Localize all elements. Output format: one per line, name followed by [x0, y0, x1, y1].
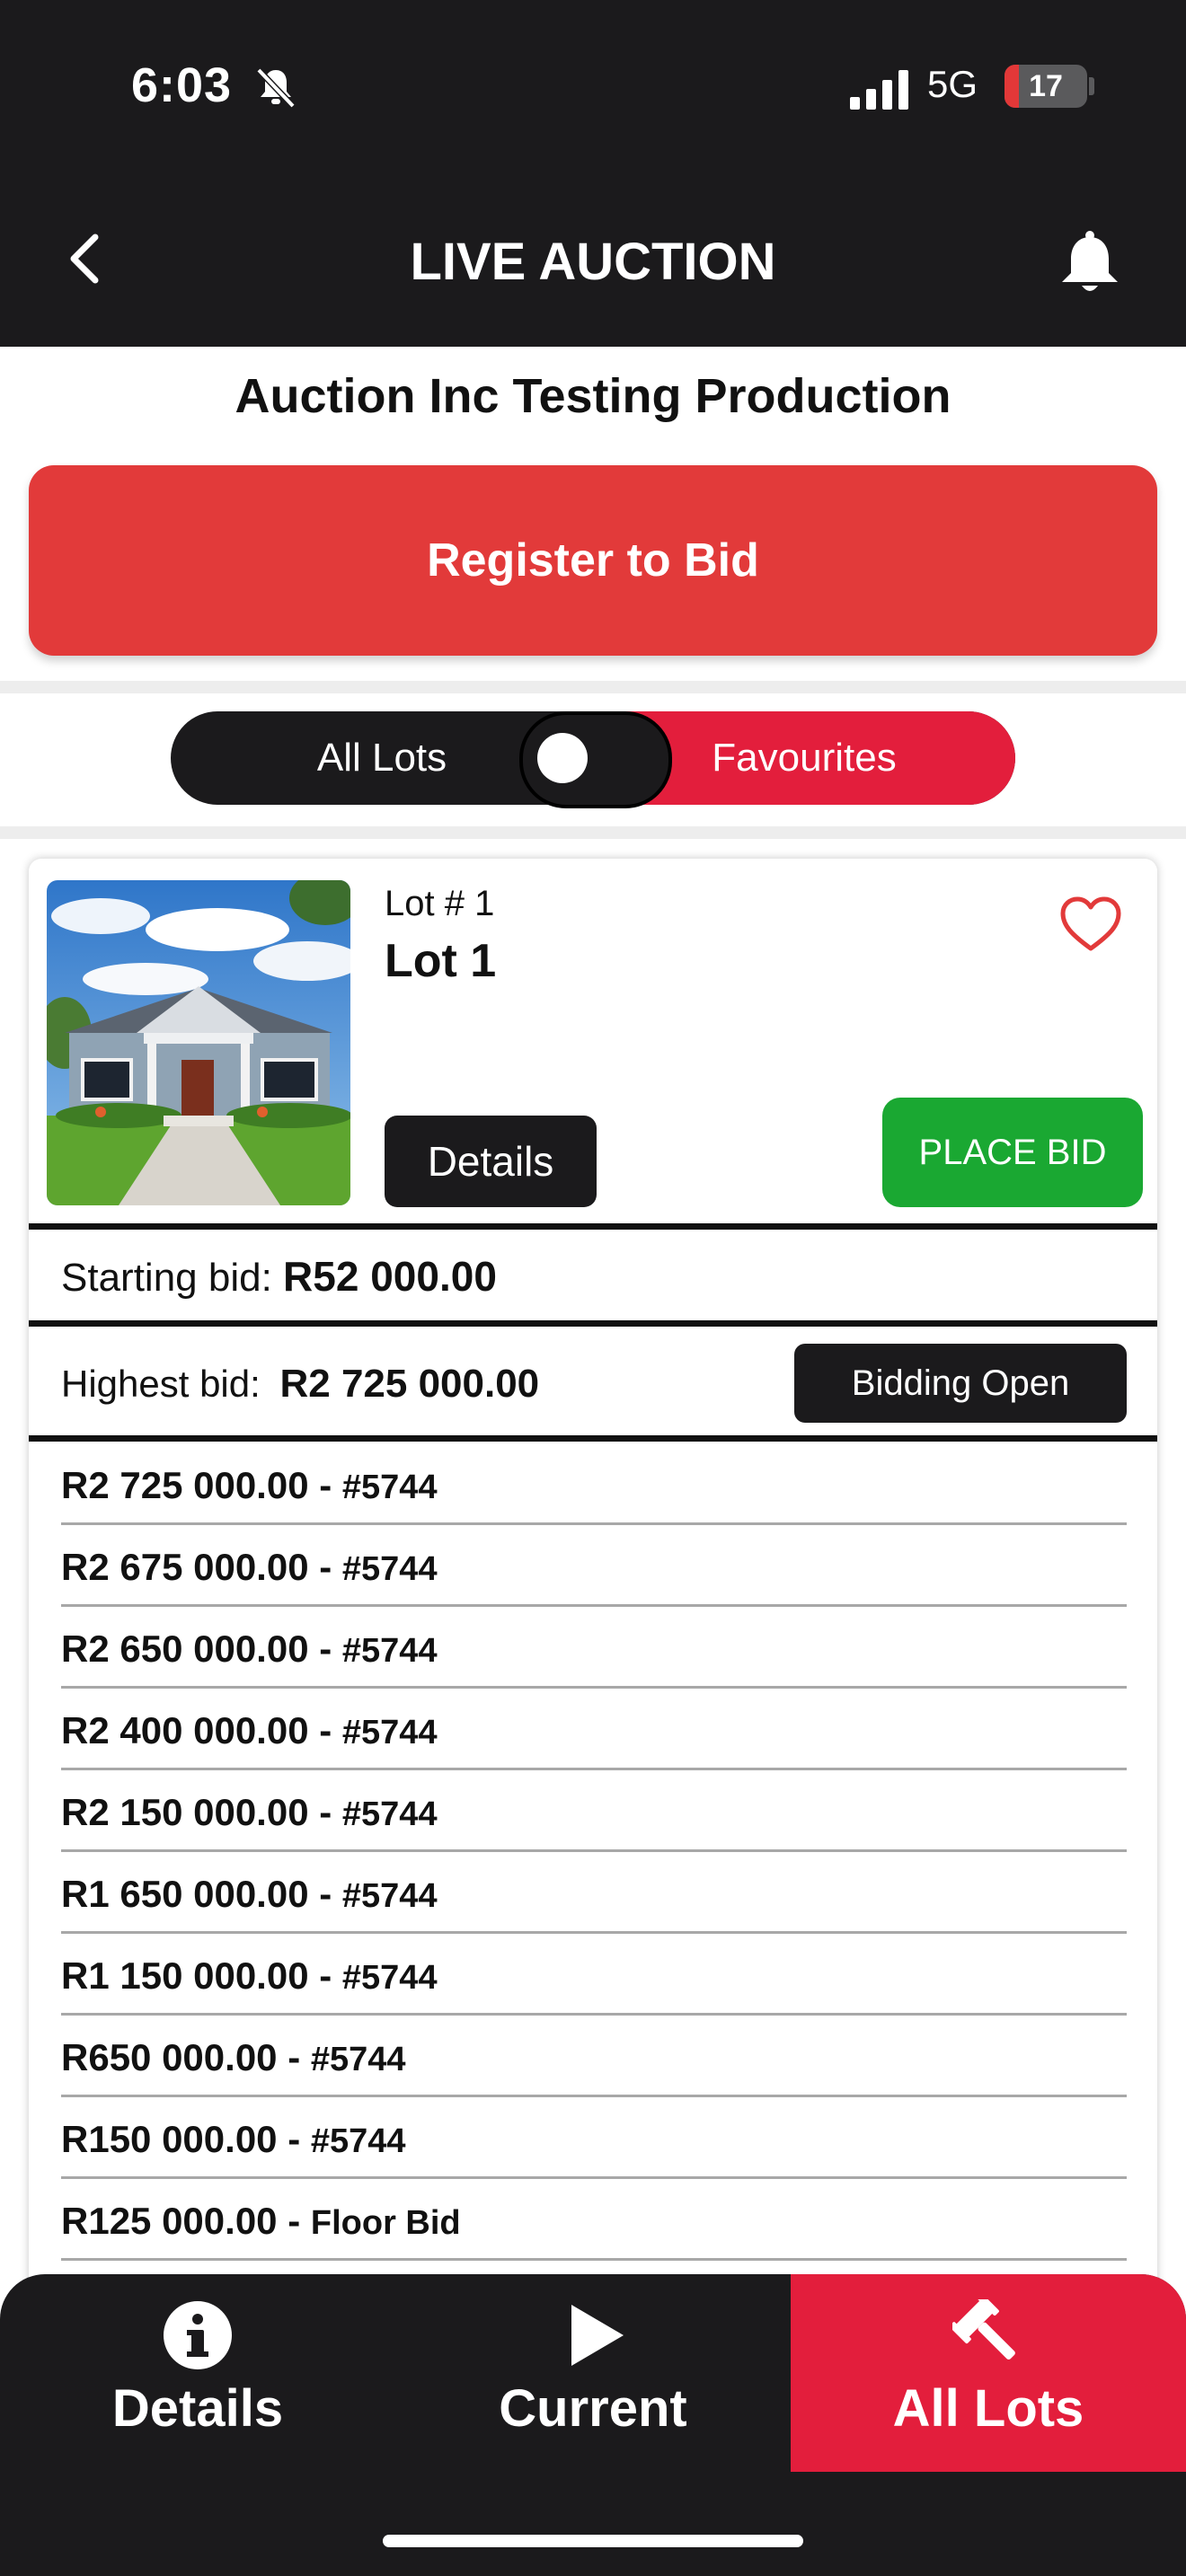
- bid-bidder: #5744: [341, 1877, 438, 1915]
- starting-bid-row: Starting bid: R52 000.00: [61, 1252, 497, 1301]
- bid-bidder: #5744: [341, 1632, 438, 1670]
- page-title: LIVE AUCTION: [410, 233, 776, 291]
- starting-bid-label: Starting bid:: [61, 1256, 272, 1300]
- bid-amount: R2 650 000.00: [61, 1628, 309, 1670]
- bid-row: R2 725 000.00 - #5744: [61, 1446, 1127, 1525]
- info-icon: [164, 2301, 232, 2369]
- bid-bidder: #5744: [341, 1795, 438, 1833]
- bid-separator: -: [308, 1546, 342, 1588]
- battery-level: 17: [1029, 69, 1063, 103]
- bid-history-list: R2 725 000.00 - #5744 R2 675 000.00 - #57…: [61, 1446, 1127, 2261]
- bid-amount: R2 725 000.00: [61, 1464, 309, 1506]
- nav-all-lots[interactable]: All Lots: [791, 2274, 1186, 2472]
- bid-row: R150 000.00 - #5744: [61, 2100, 1127, 2179]
- status-time: 6:03: [131, 58, 233, 112]
- bid-bidder: #5744: [341, 1550, 438, 1588]
- bid-row: R1 150 000.00 - #5744: [61, 1936, 1127, 2016]
- bid-amount: R1 150 000.00: [61, 1954, 309, 1997]
- bid-bidder: #5744: [341, 1469, 438, 1506]
- bid-bidder: #5744: [341, 1714, 438, 1751]
- home-indicator: [383, 2535, 803, 2547]
- bid-bidder: #5744: [310, 2122, 406, 2160]
- highest-bid-label: Highest bid:: [61, 1363, 261, 1405]
- play-icon: [571, 2305, 624, 2366]
- auction-name: Auction Inc Testing Production: [235, 369, 951, 423]
- starting-bid-value: R52 000.00: [283, 1253, 497, 1300]
- signal-icon: [850, 70, 908, 110]
- bid-row: R1 650 000.00 - #5744: [61, 1855, 1127, 1934]
- register-to-bid-button[interactable]: Register to Bid: [29, 465, 1157, 656]
- bid-row: R650 000.00 - #5744: [61, 2018, 1127, 2097]
- top-bar: 6:03 5G 17 LIVE AUCTION: [0, 0, 1186, 347]
- nav-details[interactable]: Details: [0, 2274, 395, 2472]
- bid-row: R125 000.00 - Floor Bid: [61, 2182, 1127, 2261]
- bid-separator: -: [308, 1464, 342, 1506]
- lot-title: Lot 1: [385, 935, 497, 987]
- bid-separator: -: [308, 1791, 342, 1833]
- bid-bidder: #5744: [341, 1959, 438, 1997]
- bid-row: R2 650 000.00 - #5744: [61, 1610, 1127, 1689]
- nav-current[interactable]: Current: [395, 2274, 791, 2472]
- bid-row: R2 400 000.00 - #5744: [61, 1691, 1127, 1770]
- divider: [29, 1320, 1157, 1327]
- bid-separator: -: [277, 2200, 311, 2242]
- lot-details-button[interactable]: Details: [385, 1116, 597, 1207]
- lot-number: Lot # 1: [385, 884, 495, 923]
- bidding-status-badge: Bidding Open: [794, 1344, 1127, 1423]
- bell-muted-icon: [256, 67, 296, 109]
- bid-amount: R650 000.00: [61, 2036, 278, 2078]
- bid-separator: -: [308, 1873, 342, 1915]
- bid-separator: -: [277, 2118, 311, 2160]
- bell-icon[interactable]: [1049, 223, 1130, 304]
- bid-row: R2 675 000.00 - #5744: [61, 1528, 1127, 1607]
- bid-amount: R2 150 000.00: [61, 1791, 309, 1833]
- nav-current-label: Current: [499, 2379, 687, 2438]
- battery-nub: [1089, 77, 1094, 95]
- battery-icon: 17: [1005, 65, 1087, 108]
- gavel-icon: [952, 2299, 1015, 2360]
- bid-amount: R2 675 000.00: [61, 1546, 309, 1588]
- bid-bidder: #5744: [310, 2041, 406, 2078]
- bottom-nav: Details Current All Lots: [0, 2274, 1186, 2576]
- place-bid-button[interactable]: PLACE BID: [882, 1098, 1143, 1207]
- bid-separator: -: [308, 1628, 342, 1670]
- bid-separator: -: [277, 2036, 311, 2078]
- divider: [29, 1223, 1157, 1230]
- bid-separator: -: [308, 1954, 342, 1997]
- bid-amount: R1 650 000.00: [61, 1873, 309, 1915]
- highest-bid-row: Highest bid: R2 725 000.00: [61, 1362, 539, 1407]
- bid-amount: R2 400 000.00: [61, 1709, 309, 1751]
- bid-row: R2 150 000.00 - #5744: [61, 1773, 1127, 1852]
- network-type: 5G: [927, 63, 978, 105]
- heart-icon[interactable]: [1058, 895, 1123, 954]
- nav-details-label: Details: [111, 2379, 284, 2438]
- divider: [29, 1435, 1157, 1442]
- bid-separator: -: [308, 1709, 342, 1751]
- bid-amount: R125 000.00: [61, 2200, 278, 2242]
- divider: [0, 826, 1186, 839]
- toggle-knob[interactable]: [537, 733, 588, 783]
- lot-thumbnail-house[interactable]: [47, 880, 350, 1205]
- nav-all-lots-label: All Lots: [892, 2379, 1084, 2438]
- bid-amount: R150 000.00: [61, 2118, 278, 2160]
- divider: [0, 681, 1186, 693]
- bid-bidder: Floor Bid: [310, 2204, 461, 2242]
- highest-bid-value: R2 725 000.00: [279, 1362, 540, 1406]
